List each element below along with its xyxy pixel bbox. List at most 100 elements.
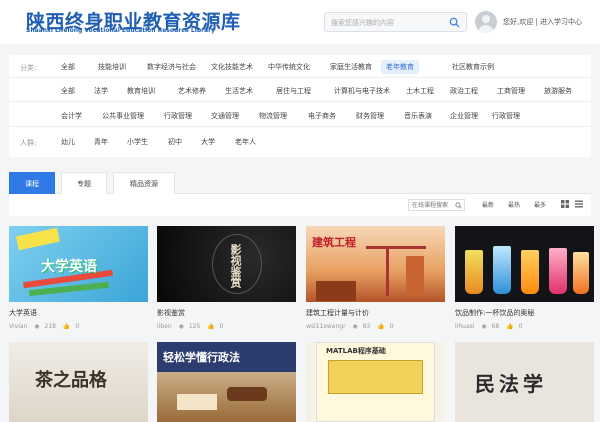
content-tabs: 课程 专题 精品资源 <box>9 168 591 194</box>
thumb-up-icon: 👍 <box>207 323 215 330</box>
thumbnail-text: 大学英语 <box>41 259 97 275</box>
course-thumbnail[interactable]: 大学英语 <box>9 226 148 302</box>
crowd-label: 人群: <box>20 139 37 147</box>
eye-icon: ◉ <box>178 323 184 330</box>
grid-view-icon[interactable] <box>561 200 569 208</box>
like-count: 0 <box>75 323 80 330</box>
filter-row-subject-2: 会计学 公共事业管理 行政管理 交通管理 物流管理 电子商务 财务管理 音乐表演… <box>9 105 591 127</box>
subject-item[interactable]: 政治工程 <box>445 84 483 98</box>
search-box <box>324 12 467 32</box>
eye-icon: ◉ <box>481 323 487 330</box>
thumb-up-icon: 👍 <box>62 323 71 330</box>
subject-item[interactable]: 法学 <box>89 84 113 98</box>
course-thumbnail[interactable]: 茶之品格 <box>9 342 148 422</box>
category-item[interactable]: 技能培训 <box>93 60 131 74</box>
course-card[interactable]: 茶之品格 <box>9 342 148 422</box>
welcome-link[interactable]: 您好,欢迎 | 进入学习中心 <box>503 17 582 27</box>
thumb-up-icon: 👍 <box>377 323 385 330</box>
sort-most[interactable]: 最多 <box>534 200 546 209</box>
crowd-item[interactable]: 青年 <box>89 135 113 149</box>
course-meta: Vivian ◉ 218 👍 0 <box>9 323 84 330</box>
logo-subtitle: Shaanxi Lifelong Vocational Education Re… <box>26 27 215 34</box>
category-item[interactable]: 家庭生活教育 <box>325 60 377 74</box>
subject-item[interactable]: 计算机与电子技术 <box>329 84 395 98</box>
thumbnail-text: 民法学 <box>475 372 547 396</box>
course-card[interactable]: 饮品制作:一杯饮品的奥秘 lihuasi ◉ 68 👍 0 <box>455 226 594 339</box>
subject-item[interactable]: 行政管理 <box>159 109 197 123</box>
header: 陕西终身职业教育资源库 Shaanxi Lifelong Vocational … <box>0 0 600 44</box>
course-card[interactable]: 民法学 <box>455 342 594 422</box>
subject-item[interactable]: 旅游服务 <box>539 84 577 98</box>
course-thumbnail[interactable]: 民法学 <box>455 342 594 422</box>
subject-item[interactable]: 公共事业管理 <box>97 109 149 123</box>
crowd-item[interactable]: 初中 <box>163 135 187 149</box>
category-item[interactable]: 文化技能艺术 <box>206 60 258 74</box>
crowd-item[interactable]: 老年人 <box>230 135 261 149</box>
subject-item[interactable]: 财务管理 <box>351 109 389 123</box>
search-icon[interactable] <box>455 202 462 209</box>
course-card[interactable]: 大学英语 大学英语 Vivian ◉ 218 👍 0 <box>9 226 148 339</box>
course-thumbnail[interactable]: 轻松学懂行政法 <box>157 342 296 422</box>
crowd-item[interactable]: 大学 <box>196 135 220 149</box>
subject-item[interactable]: 艺术修养 <box>173 84 211 98</box>
category-item[interactable]: 社区教育示例 <box>447 60 499 74</box>
category-all[interactable]: 全部 <box>56 60 80 74</box>
subject-item[interactable]: 教育培训 <box>122 84 160 98</box>
course-card[interactable]: MATLAB程序基础 <box>306 342 445 422</box>
thumbnail-text: 影视鉴赏 <box>229 244 242 288</box>
course-card[interactable]: 轻松学懂行政法 <box>157 342 296 422</box>
course-card[interactable]: 影视鉴赏 影视鉴赏 liben ◉ 125 👍 0 <box>157 226 296 339</box>
course-author: Vivian <box>9 323 28 330</box>
subject-item[interactable]: 土木工程 <box>401 84 439 98</box>
subject-item[interactable]: 电子商务 <box>303 109 341 123</box>
subject-item[interactable]: 生活艺术 <box>220 84 258 98</box>
category-item[interactable]: 数字经济与社会 <box>142 60 201 74</box>
crowd-item[interactable]: 小学生 <box>122 135 153 149</box>
subject-item[interactable]: 工商管理 <box>492 84 530 98</box>
subject-item[interactable]: 音乐表演 <box>399 109 437 123</box>
course-thumbnail[interactable]: 影视鉴赏 <box>157 226 296 302</box>
subject-item[interactable]: 企业管理 <box>445 109 483 123</box>
course-title[interactable]: 建筑工程计量与计价 <box>306 308 369 318</box>
thumb-up-icon: 👍 <box>506 323 514 330</box>
tab-quality[interactable]: 精品资源 <box>113 172 175 194</box>
avatar[interactable] <box>475 11 497 33</box>
subject-item[interactable]: 居住与工程 <box>271 84 316 98</box>
course-thumbnail[interactable]: MATLAB程序基础 <box>306 342 445 422</box>
subject-item[interactable]: 全部 <box>56 84 80 98</box>
subject-item[interactable]: 会计学 <box>56 109 87 123</box>
subject-item[interactable]: 行政管理 <box>487 109 525 123</box>
filter-panel: 分类: 全部 技能培训 数字经济与社会 文化技能艺术 中华传统文化 家庭生活教育… <box>9 55 591 157</box>
search-input[interactable] <box>331 16 449 29</box>
sort-newest[interactable]: 最新 <box>482 200 494 209</box>
search-icon[interactable] <box>449 17 460 28</box>
subject-item[interactable]: 物流管理 <box>254 109 292 123</box>
view-count: 125 <box>188 323 201 330</box>
course-card[interactable]: 建筑工程 建筑工程计量与计价 wsl11xwangr ◉ 83 👍 0 <box>306 226 445 339</box>
view-count: 83 <box>362 323 371 330</box>
course-thumbnail[interactable]: 建筑工程 <box>306 226 445 302</box>
course-thumbnail[interactable] <box>455 226 594 302</box>
thumbnail-text: 茶之品格 <box>35 370 107 391</box>
course-title[interactable]: 饮品制作:一杯饮品的奥秘 <box>455 308 534 318</box>
tab-topics[interactable]: 专题 <box>61 172 107 194</box>
course-author: lihuasi <box>455 323 475 330</box>
category-item-active[interactable]: 老年教育 <box>381 60 419 74</box>
sort-hottest[interactable]: 最热 <box>508 200 520 209</box>
thumbnail-text: 轻松学懂行政法 <box>163 351 240 364</box>
course-search-input[interactable] <box>412 201 452 210</box>
course-title[interactable]: 影视鉴赏 <box>157 308 185 318</box>
course-search-box <box>408 199 465 211</box>
subject-item[interactable]: 交通管理 <box>206 109 244 123</box>
course-title[interactable]: 大学英语 <box>9 308 37 318</box>
category-item[interactable]: 中华传统文化 <box>263 60 315 74</box>
thumbnail-text: MATLAB程序基础 <box>326 347 386 355</box>
list-view-icon[interactable] <box>575 200 583 208</box>
course-meta: wsl11xwangr ◉ 83 👍 0 <box>306 323 399 330</box>
view-count: 218 <box>44 323 56 330</box>
tab-courses[interactable]: 课程 <box>9 172 55 194</box>
crowd-item[interactable]: 幼儿 <box>56 135 80 149</box>
course-meta: lihuasi ◉ 68 👍 0 <box>455 323 527 330</box>
filter-row-category: 分类: 全部 技能培训 数字经济与社会 文化技能艺术 中华传统文化 家庭生活教育… <box>9 56 591 78</box>
eye-icon: ◉ <box>34 323 40 330</box>
